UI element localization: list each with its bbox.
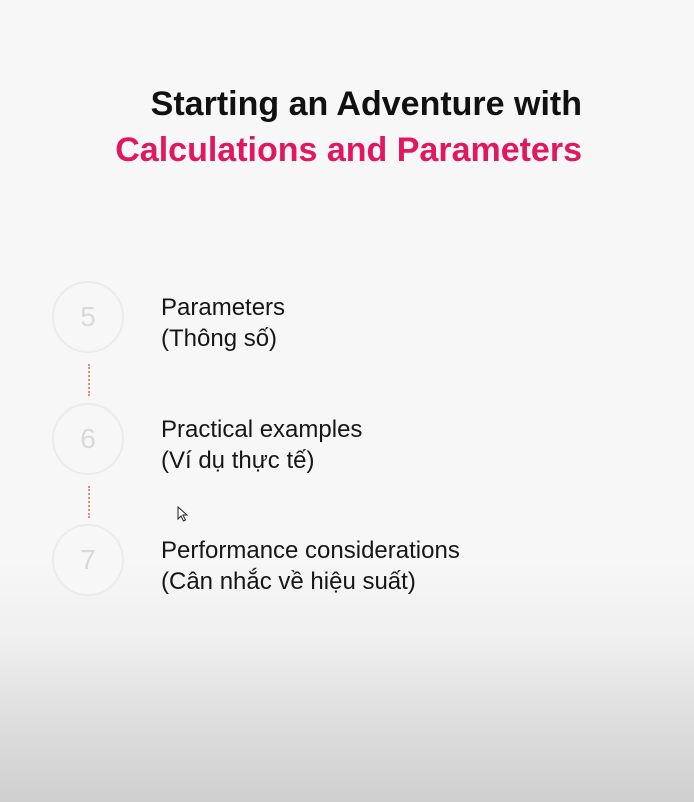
step-label-6: Practical examples (Ví dụ thực tế) bbox=[161, 414, 362, 476]
step-connector-5-6 bbox=[88, 364, 90, 396]
step-number-circle-7: 7 bbox=[52, 524, 124, 596]
step-title-5: Parameters bbox=[161, 294, 286, 321]
step-label-7: Performance considerations (Cân nhắc về … bbox=[161, 535, 460, 597]
step-number-circle-6: 6 bbox=[52, 403, 124, 475]
step-title-7: Performance considerations bbox=[161, 537, 460, 564]
slide-title-line-2: Calculations and Parameters bbox=[115, 131, 582, 169]
step-subtitle-5: (Thông số) bbox=[161, 325, 278, 352]
step-label-5: Parameters (Thông số) bbox=[161, 292, 285, 354]
step-subtitle-6: (Ví dụ thực tế) bbox=[161, 447, 315, 474]
step-subtitle-7: (Cân nhắc về hiệu suất) bbox=[161, 568, 416, 595]
mouse-pointer-icon bbox=[177, 506, 189, 522]
step-number-circle-5: 5 bbox=[52, 281, 124, 353]
step-connector-6-7 bbox=[88, 486, 90, 518]
slide-title-line-1: Starting an Adventure with bbox=[150, 85, 582, 123]
step-title-6: Practical examples bbox=[161, 416, 363, 443]
slide: Starting an Adventure with Calculations … bbox=[0, 0, 694, 802]
